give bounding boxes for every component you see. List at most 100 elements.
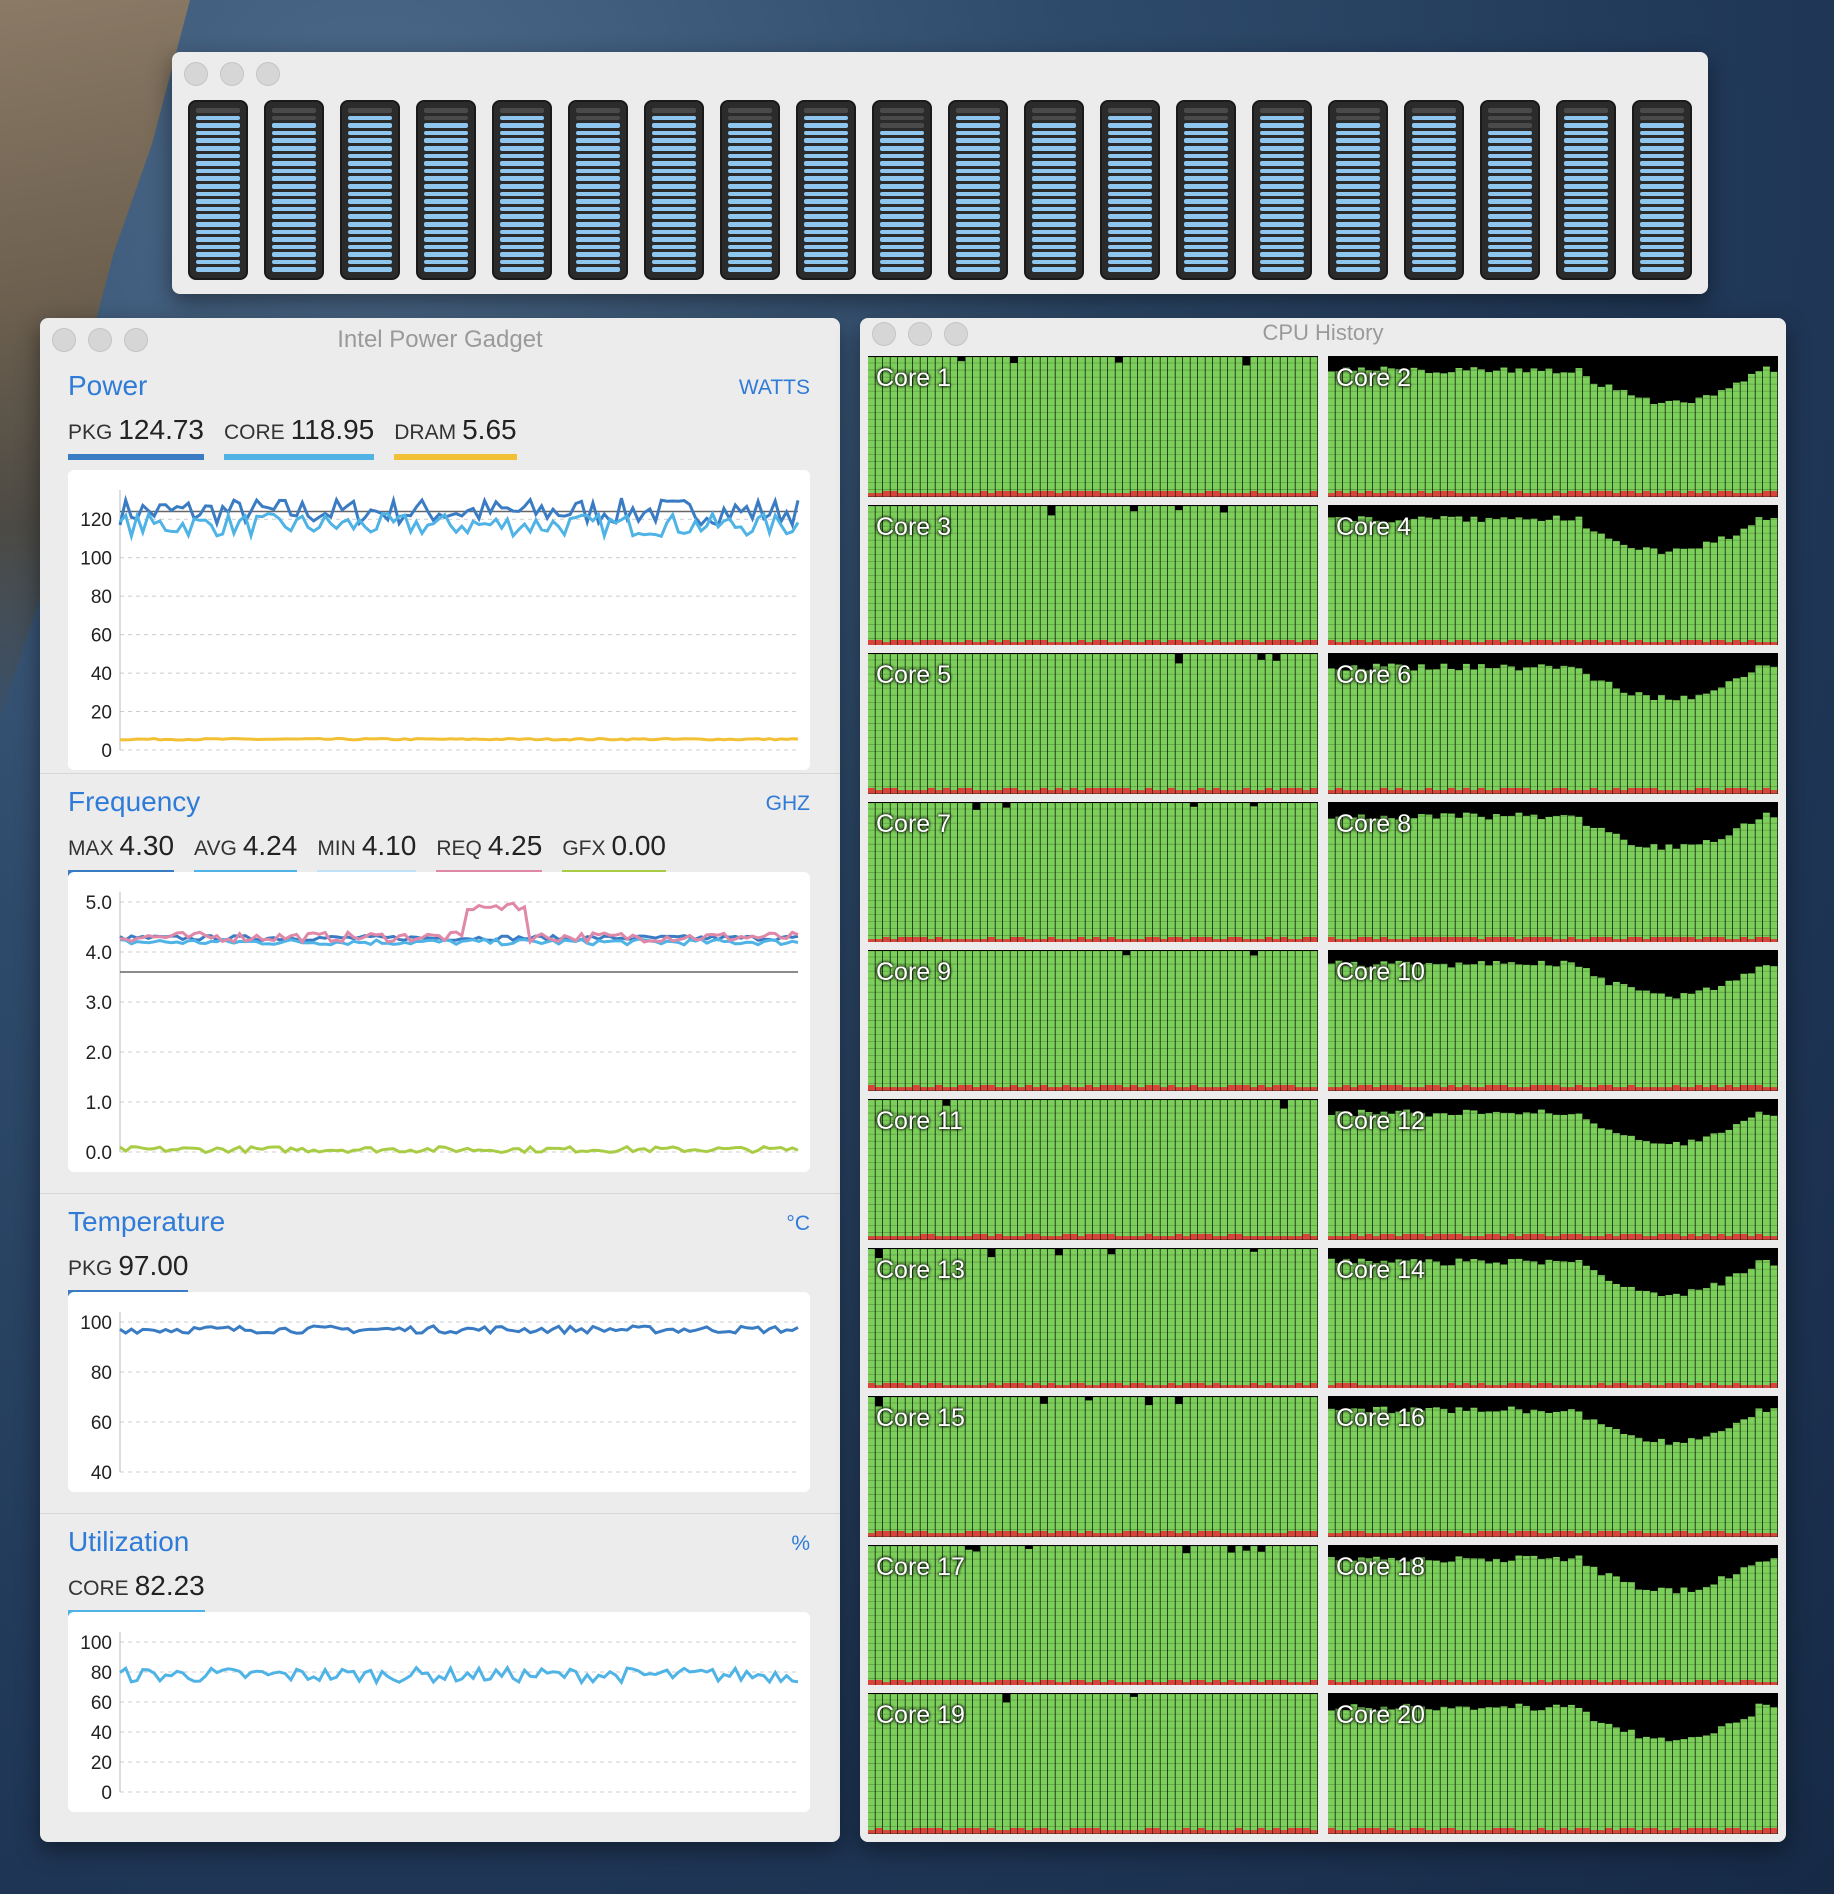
metric-core: CORE 118.95 (224, 414, 375, 460)
system-usage-column (1303, 1828, 1310, 1834)
system-usage-column (1463, 936, 1470, 943)
system-usage-column (1463, 1830, 1470, 1834)
meter-segment (652, 123, 696, 128)
system-usage-column (1410, 936, 1418, 943)
usage-column (1553, 373, 1560, 497)
system-usage-column (1500, 1531, 1508, 1537)
system-usage-column (958, 1828, 965, 1834)
meter-segment (1640, 221, 1684, 227)
system-usage-column (943, 1236, 950, 1240)
core-label: Core 10 (1336, 958, 1425, 987)
usage-column (1478, 1260, 1485, 1389)
system-usage-column (958, 938, 965, 943)
system-usage-column (1350, 1679, 1358, 1686)
usage-column (1523, 965, 1530, 1091)
system-usage-column (958, 1085, 965, 1091)
meter-segment (1108, 108, 1152, 113)
usage-column (1583, 376, 1590, 497)
close-button[interactable] (184, 62, 208, 86)
meter-segment (1108, 199, 1152, 204)
system-usage-column (1183, 641, 1190, 646)
minimize-button[interactable] (220, 62, 244, 86)
usage-column (1755, 665, 1763, 794)
meter-segment (196, 130, 240, 136)
system-usage-column (1265, 639, 1273, 646)
system-usage-column (1515, 1679, 1523, 1686)
system-usage-column (1273, 493, 1280, 497)
usage-column (1553, 515, 1560, 646)
zoom-button[interactable] (256, 62, 280, 86)
system-usage-column (1763, 936, 1770, 943)
system-usage-column (1613, 1531, 1620, 1537)
system-usage-column (1365, 1828, 1373, 1834)
system-usage-column (1085, 1681, 1093, 1686)
y-tick-label: 80 (91, 587, 112, 608)
system-usage-column (1025, 1233, 1033, 1240)
system-usage-column (1733, 1533, 1740, 1537)
usage-column (1470, 1258, 1478, 1389)
y-tick-label: 20 (91, 703, 112, 724)
system-usage-column (1388, 1533, 1395, 1537)
usage-column (1718, 536, 1725, 646)
meter-segment (272, 183, 316, 189)
usage-column (988, 1256, 995, 1389)
system-usage-column (1273, 1236, 1280, 1240)
system-usage-column (1500, 490, 1508, 497)
usage-column (1703, 541, 1710, 646)
system-usage-column (1485, 639, 1493, 646)
system-usage-column (1055, 1531, 1063, 1537)
system-usage-column (1665, 790, 1673, 794)
meter-segment (728, 161, 772, 166)
usage-column (1733, 1272, 1740, 1389)
system-usage-column (1343, 1236, 1350, 1240)
system-usage-column (1508, 1828, 1515, 1834)
meter-segment (348, 108, 392, 113)
usage-column (1770, 517, 1778, 646)
meter-segment (1488, 221, 1532, 227)
usage-column (1538, 1109, 1545, 1240)
usage-column (1703, 839, 1710, 943)
usage-column (1643, 1737, 1650, 1834)
usage-column (1448, 669, 1455, 794)
meter-segment (1640, 115, 1684, 121)
meter-segment (1260, 252, 1304, 257)
system-usage-column (1395, 1830, 1403, 1834)
usage-column (1440, 1409, 1448, 1537)
system-usage-column (1620, 1679, 1628, 1686)
usage-column (1710, 841, 1718, 943)
meter-segment (1564, 229, 1608, 235)
system-usage-column (1265, 788, 1273, 794)
utilization-metrics: CORE 82.23 (68, 1570, 205, 1616)
system-usage-column (1010, 788, 1018, 794)
system-usage-column (1010, 1085, 1018, 1091)
y-tick-label: 100 (80, 1313, 112, 1334)
system-usage-column (1343, 1531, 1350, 1537)
usage-column (1568, 519, 1575, 646)
usage-column (1680, 993, 1688, 1091)
system-usage-column (1688, 790, 1695, 794)
meter-segment (1412, 267, 1456, 273)
window-controls[interactable] (184, 62, 280, 86)
usage-column (1508, 1708, 1515, 1834)
meter-segment (1412, 130, 1456, 136)
system-usage-column (1055, 1681, 1063, 1686)
metric-avg: AVG 4.24 (194, 830, 298, 876)
meter-segment (652, 267, 696, 273)
system-usage-column (1025, 1830, 1033, 1834)
system-usage-column (1605, 936, 1613, 943)
meter-segment (1564, 191, 1608, 197)
system-usage-column (1303, 790, 1310, 794)
system-usage-column (988, 1828, 995, 1834)
system-usage-column (1328, 1679, 1335, 1686)
meter-segment (880, 229, 924, 235)
system-usage-column (905, 936, 913, 943)
system-usage-column (1303, 1531, 1310, 1537)
system-usage-column (1500, 788, 1508, 794)
system-usage-column (1265, 1830, 1273, 1834)
system-usage-column (1635, 639, 1643, 646)
system-usage-column (1410, 1531, 1418, 1537)
system-usage-column (1033, 1382, 1040, 1389)
system-usage-column (943, 938, 950, 943)
system-usage-column (1470, 936, 1478, 943)
system-usage-column (1358, 1531, 1365, 1537)
